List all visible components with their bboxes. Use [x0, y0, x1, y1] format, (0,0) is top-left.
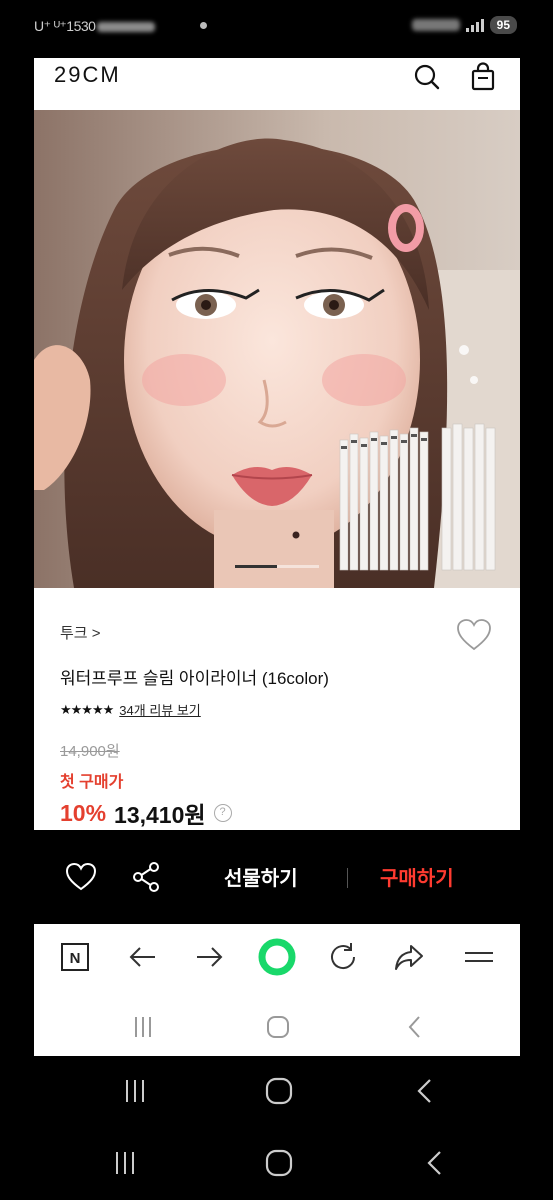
browser-toolbar: N — [34, 924, 520, 1056]
first-purchase-label: 첫 구매가 — [60, 774, 124, 791]
heart-icon[interactable] — [456, 618, 492, 652]
search-icon[interactable] — [412, 62, 442, 92]
price-row: 10% 13,410원 ? — [60, 796, 232, 830]
forward-arrow-icon[interactable] — [192, 940, 226, 974]
rating-row: ★★★★★ 34개 리뷰 보기 — [60, 700, 201, 719]
notification-dot-icon — [200, 22, 207, 29]
home-icon[interactable] — [265, 1014, 291, 1040]
back-icon[interactable] — [420, 1148, 450, 1178]
indicator-segment-active — [235, 565, 277, 568]
naver-label: N — [70, 950, 81, 967]
app-header: 29CM — [34, 58, 520, 110]
status-blurred-text — [97, 22, 156, 33]
inner-system-nav — [34, 1004, 520, 1044]
signal-icon — [465, 18, 484, 32]
back-icon[interactable] — [402, 1014, 428, 1040]
product-photo — [34, 110, 520, 588]
original-price: 14,900원 — [60, 743, 120, 760]
gift-button[interactable]: 선물하기 — [224, 862, 298, 891]
status-right: 95 — [411, 16, 517, 34]
app-window: 29CM 투크 > 워터프루프 슬림 아이라이너 (16color) ★★★★★… — [34, 58, 520, 830]
status-carrier: U⁺ ᵁ⁺1530 — [34, 18, 156, 35]
discount-rate: 10% — [60, 799, 107, 826]
share-arrow-icon[interactable] — [392, 940, 426, 974]
recent-apps-icon[interactable] — [130, 1014, 156, 1040]
info-icon[interactable]: ? — [213, 804, 232, 822]
menu-icon[interactable] — [462, 940, 496, 974]
recent-apps-icon[interactable] — [110, 1148, 140, 1178]
review-link[interactable]: 34개 리뷰 보기 — [119, 700, 200, 719]
shopping-bag-icon[interactable] — [468, 62, 498, 92]
rating-stars: ★★★★★ — [60, 701, 114, 717]
home-icon[interactable] — [264, 1148, 294, 1178]
status-icons — [411, 19, 460, 31]
like-heart-icon[interactable] — [64, 860, 98, 894]
product-info: 투크 > 워터프루프 슬림 아이라이너 (16color) ★★★★★ 34개 … — [34, 588, 520, 830]
system-nav-bar-bottom — [0, 1134, 553, 1194]
green-circle-icon[interactable] — [258, 938, 296, 976]
naver-icon[interactable]: N — [58, 940, 92, 974]
battery-indicator: 95 — [489, 16, 517, 34]
brand-logo[interactable]: 29CM — [54, 62, 121, 88]
action-bar: 선물하기 구매하기 — [34, 830, 520, 924]
image-page-indicator — [235, 565, 319, 568]
home-icon[interactable] — [264, 1076, 294, 1106]
eyeliner-pencils — [339, 423, 496, 571]
sale-price: 13,410원 — [114, 802, 206, 828]
share-icon[interactable] — [130, 860, 164, 894]
status-bar: U⁺ ᵁ⁺1530 95 — [0, 0, 553, 58]
product-image[interactable] — [34, 110, 520, 588]
refresh-icon[interactable] — [326, 940, 360, 974]
back-arrow-icon[interactable] — [126, 940, 160, 974]
system-nav-bar — [0, 1062, 553, 1122]
carrier-text: U⁺ ᵁ⁺1530 — [34, 18, 96, 34]
recent-apps-icon[interactable] — [120, 1076, 150, 1106]
buy-button[interactable]: 구매하기 — [380, 862, 454, 891]
indicator-segment — [277, 565, 319, 568]
divider — [347, 868, 348, 888]
back-icon[interactable] — [410, 1076, 440, 1106]
brand-link[interactable]: 투크 > — [60, 622, 101, 643]
product-name: 워터프루프 슬림 아이라이너 (16color) — [60, 669, 329, 688]
